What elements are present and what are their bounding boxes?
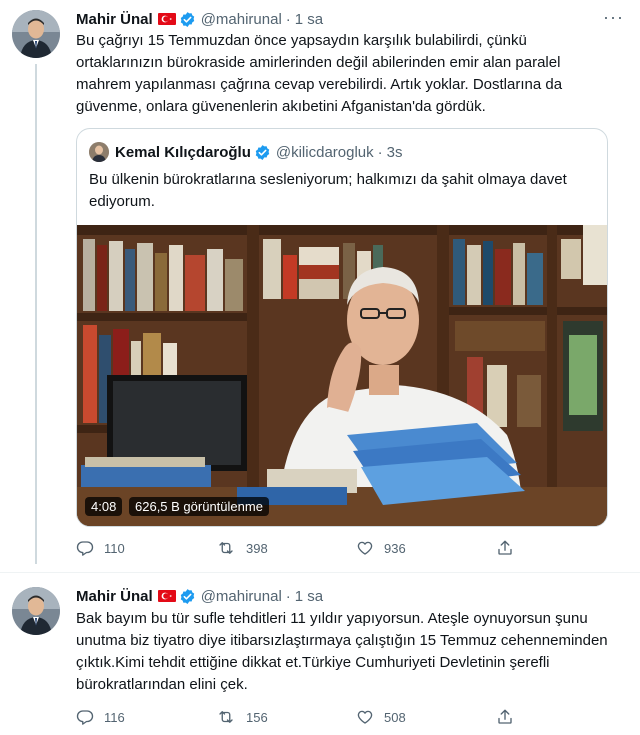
video-views-badge: 626,5 B görüntülenme bbox=[129, 497, 269, 516]
tweet-actions: 116 156 508 bbox=[76, 707, 532, 727]
separator-dot: · bbox=[285, 10, 291, 28]
retweet-button[interactable]: 156 bbox=[216, 708, 356, 726]
tweet-1[interactable]: Mahir Ünal @mahirunal · 1 sa ··· Bu çağr… bbox=[0, 0, 640, 568]
turkey-flag-icon bbox=[157, 590, 176, 602]
reply-icon bbox=[76, 541, 94, 556]
tweet-timestamp[interactable]: 1 sa bbox=[295, 11, 323, 28]
author-name[interactable]: Mahir Ünal bbox=[76, 11, 153, 28]
retweet-icon bbox=[219, 542, 233, 554]
reply-icon bbox=[76, 710, 94, 725]
more-options-icon[interactable]: ··· bbox=[603, 7, 624, 28]
like-count: 936 bbox=[384, 540, 406, 556]
separator-dot: · bbox=[285, 587, 291, 605]
quoted-author-handle[interactable]: @kilicdarogluk bbox=[276, 144, 374, 161]
video-duration-badge: 4:08 bbox=[85, 497, 123, 516]
verified-badge-icon bbox=[179, 588, 196, 605]
reply-button[interactable]: 116 bbox=[76, 708, 216, 726]
tweet-text: Bak bayım bu tür sufle tehditleri 11 yıl… bbox=[76, 610, 608, 693]
like-count: 508 bbox=[384, 709, 406, 725]
retweet-button[interactable]: 398 bbox=[216, 539, 356, 557]
tweet-header: Mahir Ünal @mahirunal · 1 sa ··· bbox=[76, 7, 624, 29]
author-name[interactable]: Mahir Ünal bbox=[76, 588, 153, 605]
share-button[interactable] bbox=[496, 539, 524, 557]
quoted-author-avatar[interactable] bbox=[89, 142, 109, 162]
retweet-count: 398 bbox=[246, 540, 268, 556]
like-button[interactable]: 508 bbox=[356, 708, 496, 726]
like-button[interactable]: 936 bbox=[356, 539, 496, 557]
tweet-2[interactable]: Mahir Ünal @mahirunal · 1 sa Bak bayım b… bbox=[0, 572, 640, 735]
quoted-tweet[interactable]: Kemal Kılıçdaroğlu @kilicdarogluk · 3s B… bbox=[76, 128, 608, 527]
verified-badge-icon bbox=[179, 11, 196, 28]
author-avatar[interactable] bbox=[12, 10, 60, 58]
tweet-timestamp[interactable]: 1 sa bbox=[295, 588, 323, 605]
turkey-flag-icon bbox=[157, 13, 176, 25]
heart-icon bbox=[357, 541, 373, 555]
author-handle[interactable]: @mahirunal bbox=[201, 11, 282, 28]
video-thumbnail bbox=[77, 225, 607, 526]
quoted-tweet-text: Bu ülkenin bürokratlarına sesleniyorum; … bbox=[89, 171, 567, 210]
tweet-actions: 110 398 936 bbox=[76, 538, 532, 558]
retweet-count: 156 bbox=[246, 709, 268, 725]
heart-icon bbox=[357, 710, 373, 724]
tweet-header: Mahir Ünal @mahirunal · 1 sa bbox=[76, 586, 624, 606]
quoted-tweet-header: Kemal Kılıçdaroğlu @kilicdarogluk · 3s bbox=[89, 141, 402, 163]
reply-count: 110 bbox=[104, 540, 125, 556]
retweet-icon bbox=[219, 711, 233, 723]
verified-badge-icon bbox=[254, 144, 271, 161]
share-icon bbox=[498, 709, 512, 724]
reply-count: 116 bbox=[104, 709, 125, 725]
quoted-author-name[interactable]: Kemal Kılıçdaroğlu bbox=[115, 144, 251, 161]
reply-button[interactable]: 110 bbox=[76, 539, 216, 557]
tweet-text: Bu çağrıyı 15 Temmuzdan önce yapsaydın k… bbox=[76, 32, 563, 115]
share-icon bbox=[498, 540, 512, 555]
quoted-tweet-timestamp[interactable]: 3s bbox=[387, 144, 403, 161]
video-player[interactable]: 4:08 626,5 B görüntülenme bbox=[77, 225, 607, 526]
author-handle[interactable]: @mahirunal bbox=[201, 588, 282, 605]
author-avatar[interactable] bbox=[12, 587, 60, 635]
separator-dot: · bbox=[377, 143, 383, 161]
share-button[interactable] bbox=[496, 708, 524, 726]
